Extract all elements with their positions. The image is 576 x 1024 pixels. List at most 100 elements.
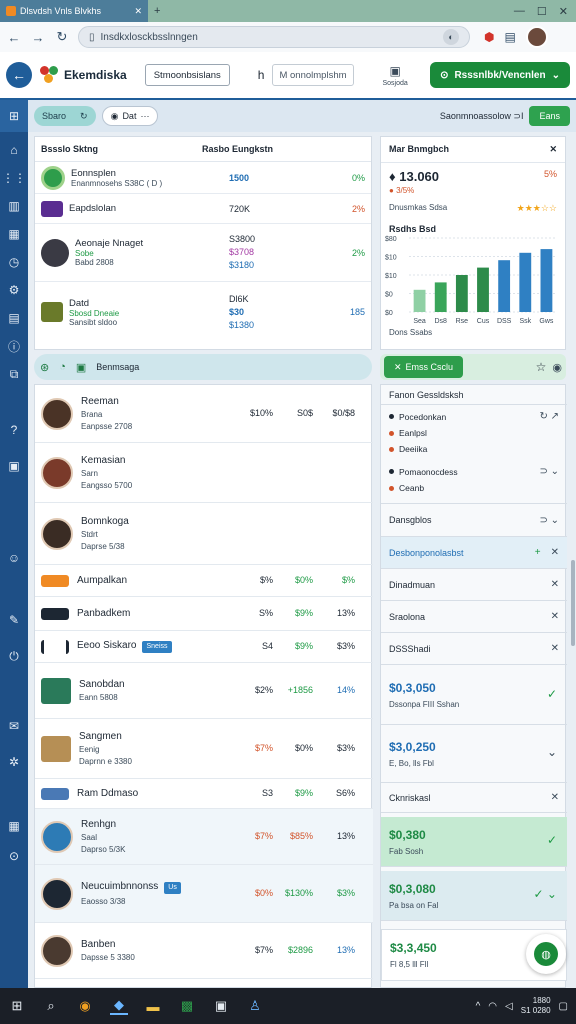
panel-icon[interactable]: ▣ [0, 456, 28, 476]
notifications-icon[interactable]: ▢ [559, 1001, 568, 1012]
notes-row[interactable]: DSSShadi ✕ [381, 633, 567, 665]
list-item[interactable]: Aumpalkan $% $0% $% [35, 565, 373, 597]
status-badge[interactable]: Sbaro ↻ [34, 106, 96, 126]
toggle-icon[interactable]: ◉ [552, 361, 562, 374]
notes-row[interactable]: Dinadmuan ✕ [381, 569, 567, 601]
help-circle-icon[interactable]: ⊙ [0, 846, 28, 866]
primary-cta-button[interactable]: ⊙ Rsssnlbk/Vencnlen ⌄ [430, 62, 570, 88]
undo-icon[interactable]: ⊃ ⌄ [539, 466, 559, 477]
chevron-up-icon[interactable]: ^ [476, 1001, 481, 1012]
settings-icon[interactable]: ⚙ [0, 280, 28, 300]
layout-icon[interactable]: ▥ [0, 196, 28, 216]
amount-row[interactable]: $0,3,050 Dssonpa FIII Sshan ✓ [381, 665, 567, 725]
notes-row[interactable]: Dansgblos ⊃ ⌄ [381, 503, 567, 537]
row-controls[interactable]: + ✕ [535, 547, 559, 558]
action-label[interactable]: Benmsaga [96, 362, 139, 372]
volume-icon[interactable]: ◁ [505, 1001, 513, 1012]
help-icon[interactable]: ? [0, 420, 28, 440]
url-field[interactable]: ▯ Insdkxlosckbsslnngen ◐ [78, 26, 470, 48]
copy-icon[interactable]: ⧉ [0, 364, 28, 384]
notes-bullet[interactable]: Eanlpsl [389, 428, 559, 438]
refresh-icon[interactable]: ↻ ↗ [539, 411, 559, 422]
side-action-button[interactable]: ✕ Emss Csclu [384, 356, 464, 378]
chart-bar[interactable] [434, 282, 447, 312]
filter-pill[interactable]: ◉ Dat ··· [101, 106, 159, 126]
user-icon[interactable]: ☺ [0, 548, 28, 568]
notes-bullet[interactable]: Pomaonocdess ⊃ ⌄ [389, 466, 559, 477]
chat-icon[interactable]: ✉ [0, 716, 28, 736]
chevron-down-icon[interactable]: ⌄ [547, 745, 557, 759]
amount-row[interactable]: $3,0,250 E, Bo, lls Fbl ⌄ [381, 725, 567, 783]
close-icon[interactable]: ✕ [549, 144, 557, 155]
chart-bar[interactable] [413, 289, 426, 312]
sidebar-menu-icon[interactable]: ⊞ [0, 100, 28, 132]
browser-tab[interactable]: Dlsvdsh Vnls Blvkhs ✕ [0, 0, 148, 22]
list-item[interactable]: Renhgn Saal Daprso 5/3K $7% $85% 13% [35, 809, 373, 865]
overview-row[interactable]: Aeonaje Nnaget Sobe Babd 2808 S3800 $370… [35, 224, 371, 282]
header-button[interactable]: Stmoonbsislans [144, 64, 230, 86]
close-window-icon[interactable]: ✕ [559, 5, 568, 18]
start-icon[interactable]: ⊞ [8, 998, 26, 1014]
list-item[interactable]: Panbadkem S% $9% 13% [35, 597, 373, 631]
check-icon[interactable]: ✓ [547, 687, 557, 701]
chat-small-icon[interactable]: ◔ [59, 361, 66, 373]
header-search-input[interactable]: M onnolmplshm [272, 64, 355, 86]
home-icon[interactable]: ⌂ [0, 140, 28, 160]
tab-close-icon[interactable]: ✕ [134, 6, 142, 17]
amount-card[interactable]: $0,3,080 Pa bsa on Fal ✓ ⌄ [381, 871, 567, 921]
scrollbar[interactable] [571, 560, 575, 646]
folder-taskbar-icon[interactable]: ▬ [144, 999, 162, 1014]
reload-icon[interactable]: ◐ [443, 29, 459, 45]
sidebar-toggle-icon[interactable]: ▤ [504, 30, 515, 44]
close-icon[interactable]: ✕ [551, 611, 559, 622]
ok-button[interactable]: Eans [529, 106, 570, 126]
apps-grid-icon[interactable]: ⋮⋮ [0, 168, 28, 188]
close-icon[interactable]: ✕ [551, 579, 559, 590]
app-logo[interactable]: Ekemdiska [40, 66, 127, 84]
notes-bullet[interactable]: Deeiika [389, 444, 559, 454]
list-item[interactable]: ReemanBranaEanpsse 2708$10%S0$$0/$86% [35, 385, 393, 443]
shield-taskbar-icon[interactable]: ◆ [110, 997, 128, 1015]
new-tab-icon[interactable]: + [154, 5, 160, 17]
notes-row[interactable]: Cknriskasl ✕ [381, 783, 567, 813]
close-icon[interactable]: ✕ [551, 792, 559, 803]
overview-row[interactable]: Eapdslolan 720K 2% [35, 194, 371, 224]
amount-card[interactable]: $0,380 Fab Sosh ✓ [381, 817, 567, 867]
chart-bar[interactable] [455, 275, 468, 312]
list-item[interactable]: Sangmen Eenig Daprnn e 3380 $7% $0% $3% [35, 719, 373, 779]
search-taskbar-icon[interactable]: ⌕ [42, 998, 60, 1014]
power-icon[interactable]: ⏻ [0, 646, 28, 666]
list-item[interactable]: Sanobdan Eann 5808 $2% +1856 14% [35, 663, 373, 719]
settings-small-icon[interactable]: ⊛ [40, 361, 49, 374]
check-icon[interactable]: ✓ ⌄ [534, 887, 557, 901]
grid-icon[interactable]: ▦ [0, 816, 28, 836]
notes-row[interactable]: Sraolona ✕ [381, 601, 567, 633]
list-item[interactable]: KemasianSarnEangsso 57004% [35, 443, 393, 503]
chart-bar[interactable] [498, 260, 511, 312]
chart-bar[interactable] [540, 249, 553, 312]
list-item[interactable]: Ram Ddmaso S3 $9% S6% [35, 779, 373, 809]
list-item[interactable]: BomnkogaStdrtDaprse 5/382% [35, 503, 393, 565]
overview-row[interactable]: Datd Sbosd Dneaie Sansibt sldoo Dl6K $30… [35, 282, 371, 342]
notes-bullet[interactable]: Ceanb [389, 483, 559, 493]
maximize-icon[interactable]: ☐ [537, 5, 547, 18]
store-taskbar-icon[interactable]: ▣ [212, 998, 230, 1014]
list-item[interactable]: Neucuimbnnonss Us Eaosso 3/38 $0% $130% $3% [35, 865, 373, 923]
forward-arrow-icon[interactable]: → [30, 30, 46, 45]
info-icon[interactable]: ⓘ [0, 336, 28, 356]
extension-icon[interactable]: ⬢ [484, 30, 494, 44]
star-icon[interactable]: ☆ [536, 360, 547, 374]
clock-icon[interactable]: ◷ [0, 252, 28, 272]
edit-icon[interactable]: ✎ [0, 610, 28, 630]
chart-bar[interactable] [477, 267, 489, 312]
calendar-icon[interactable]: ▤ [0, 308, 28, 328]
notes-row-highlight[interactable]: Desbonponolasbst + ✕ [381, 537, 567, 569]
check-icon[interactable]: ✓ [547, 833, 557, 847]
chart-bar[interactable] [519, 252, 532, 312]
wifi-icon[interactable]: ◠ [488, 1001, 497, 1012]
people-taskbar-icon[interactable]: ♙ [246, 998, 264, 1014]
files-button[interactable]: ▣ Sosjoda [382, 64, 407, 87]
refresh-icon[interactable]: ↻ [54, 29, 70, 45]
list-item[interactable]: Eeoo Siskaro Sneiss S4 $9% $3% [35, 631, 373, 663]
profile-avatar[interactable] [525, 26, 548, 48]
